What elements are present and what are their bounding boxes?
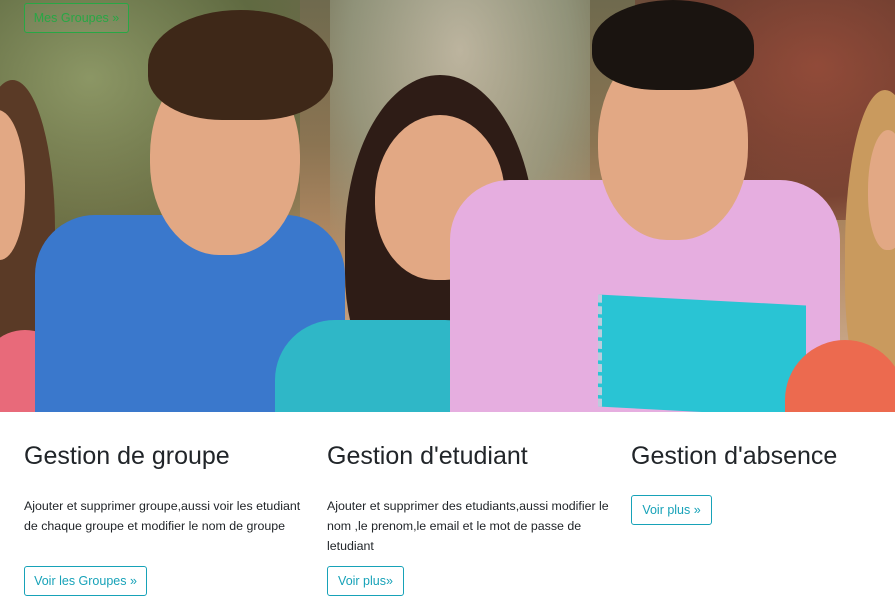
card-title: Gestion d'absence xyxy=(631,442,838,470)
voir-plus-absence-button[interactable]: Voir plus » xyxy=(631,495,712,525)
voir-les-groupes-button[interactable]: Voir les Groupes » xyxy=(24,566,147,596)
mes-groupes-button[interactable]: Mes Groupes » xyxy=(24,3,129,33)
card-text: Ajouter et supprimer groupe,aussi voir l… xyxy=(24,499,301,533)
card-title: Gestion d'etudiant xyxy=(327,442,528,470)
card-title: Gestion de groupe xyxy=(24,442,230,470)
features-section: Gestion de groupe Ajouter et supprimer g… xyxy=(0,412,895,612)
voir-plus-etudiant-button[interactable]: Voir plus» xyxy=(327,566,404,596)
card-text: Ajouter et supprimer des etudiants,aussi… xyxy=(327,499,609,553)
hero-banner: Mes Groupes » xyxy=(0,0,895,412)
